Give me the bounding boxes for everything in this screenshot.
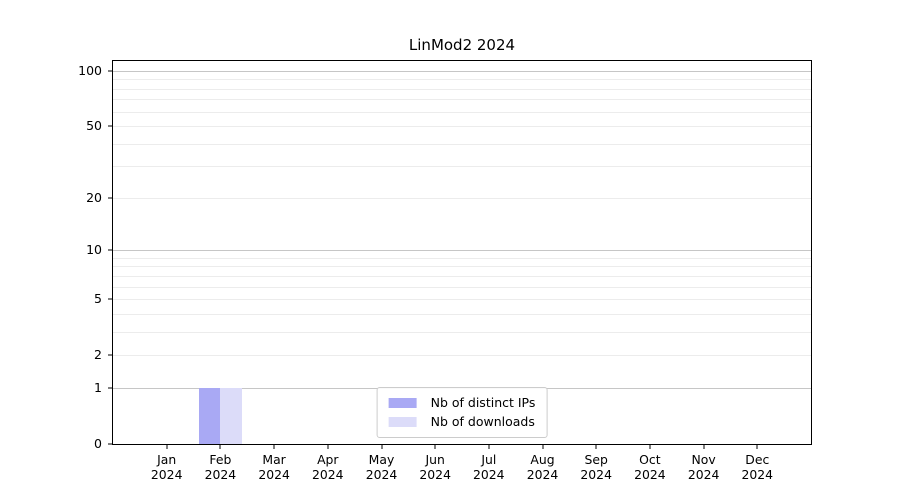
y-tick-2: [108, 354, 113, 356]
y-tick-0: [108, 443, 113, 445]
x-tick-apr: [327, 445, 329, 449]
x-tick-label-sep-2024: Sep 2024: [580, 452, 612, 482]
y-tick-50: [108, 125, 113, 127]
y-tick-label-20: 20: [86, 189, 102, 205]
x-tick-aug: [542, 445, 543, 449]
x-tick-label-jun-2024: Jun 2024: [419, 452, 451, 482]
bar-nb-of-distinct-ips-feb: [198, 387, 221, 444]
legend-item-distinct-ips: Nb of distinct IPs: [388, 395, 536, 410]
y-tick-label-100: 100: [78, 62, 102, 78]
x-tick-dec: [756, 445, 758, 449]
x-tick-jun: [434, 445, 436, 449]
x-tick-sep: [595, 445, 597, 449]
x-tick-label-oct-2024: Oct 2024: [634, 452, 666, 482]
x-tick-oct: [649, 445, 651, 449]
legend-item-downloads: Nb of downloads: [388, 414, 536, 429]
y-tick-10: [108, 249, 113, 251]
x-tick-label-jul-2024: Jul 2024: [473, 452, 505, 482]
x-tick-jan: [166, 445, 168, 449]
y-tick-label-5: 5: [94, 291, 102, 307]
legend: Nb of distinct IPs Nb of downloads: [376, 387, 548, 438]
x-tick-mar: [273, 445, 275, 449]
y-tick-1: [108, 387, 113, 389]
x-tick-label-dec-2024: Dec 2024: [741, 452, 774, 482]
y-tick-label-1: 1: [94, 379, 102, 395]
chart-figure: LinMod2 2024 Nb of distinct IPs Nb of do…: [0, 0, 900, 500]
y-tick-20: [108, 197, 113, 199]
y-tick-label-0: 0: [94, 436, 102, 451]
y-tick-label-50: 50: [86, 118, 102, 133]
x-tick-jul: [488, 445, 490, 449]
x-tick-label-apr-2024: Apr 2024: [312, 452, 344, 482]
x-tick-feb: [219, 445, 221, 449]
x-tick-nov: [703, 445, 705, 449]
x-tick-may: [381, 445, 382, 449]
y-tick-label-10: 10: [86, 242, 102, 258]
x-tick-label-nov-2024: Nov 2024: [687, 452, 720, 482]
x-tick-label-mar-2024: Mar 2024: [258, 452, 290, 482]
legend-label-distinct-ips: Nb of distinct IPs: [430, 395, 536, 410]
x-tick-label-jan-2024: Jan 2024: [150, 452, 183, 482]
bar-nb-of-downloads-feb: [220, 387, 242, 444]
plot-area: Nb of distinct IPs Nb of downloads: [112, 60, 812, 445]
x-tick-label-feb-2024: Feb 2024: [204, 452, 237, 482]
y-tick-label-2: 2: [94, 347, 102, 363]
chart-title: LinMod2 2024: [408, 36, 516, 54]
x-tick-label-aug-2024: Aug 2024: [526, 452, 559, 482]
y-tick-100: [108, 70, 113, 72]
y-tick-5: [108, 298, 113, 300]
legend-label-downloads: Nb of downloads: [430, 414, 535, 429]
legend-swatch-distinct-ips-icon: [388, 398, 417, 408]
legend-swatch-downloads-icon: [388, 417, 417, 427]
x-tick-label-may-2024: May 2024: [365, 452, 398, 482]
